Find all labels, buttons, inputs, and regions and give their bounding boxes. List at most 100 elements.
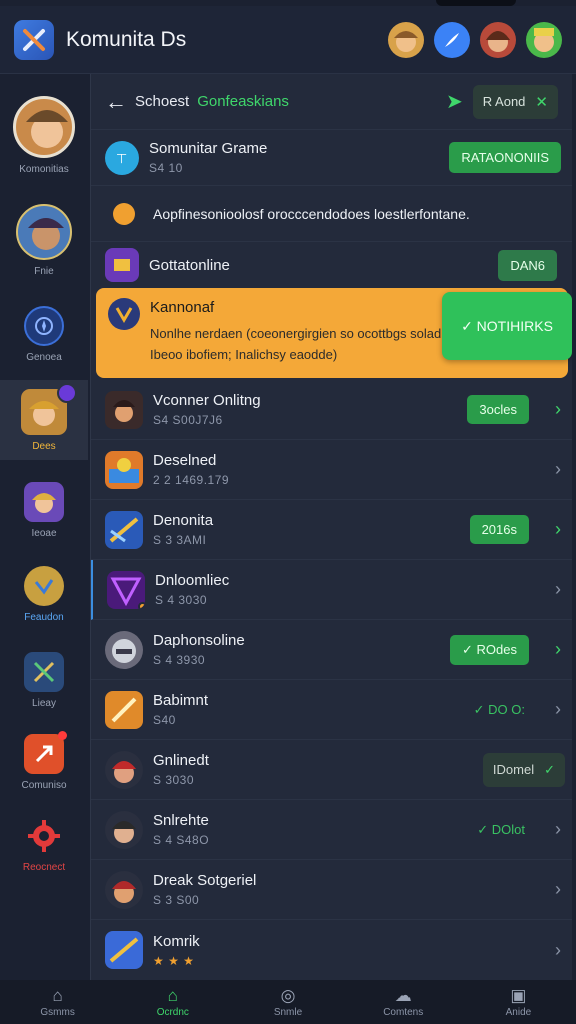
sidebar-item-komonitias[interactable]: Komonitias [0,96,88,175]
gear-icon [24,816,64,856]
group-avatar[interactable] [526,21,562,58]
nav-ocrdnc[interactable]: ⌂ Ocrdnc [115,980,230,1024]
online-dot [136,661,143,669]
game-icon [21,382,77,435]
app-header: Komunita Ds [0,6,576,74]
nav-snmle[interactable]: ◎ Snmle [230,980,345,1024]
row-title: Somunitar Grame [149,140,268,157]
sidebar-item-fnie[interactable]: Fnie [0,204,88,277]
sidebar-item-label: Lieay [32,698,56,709]
sidebar-item-label: Reocnect [22,862,66,873]
game-icon [105,931,143,969]
game-logo-icon [108,298,140,330]
list-item[interactable]: Gnlinedt S 3030 IDomel ✓ [91,740,572,800]
app-logo-icon[interactable] [14,19,54,60]
chevron-right-icon[interactable]: › [541,879,561,900]
action-button[interactable]: RATAONONIIS [449,142,561,173]
chevron-right-icon[interactable]: › [541,639,561,660]
status-badge[interactable]: 3ocles [467,395,529,424]
game-icon [105,810,143,849]
close-icon[interactable]: ✕ [535,93,548,111]
nav-label: Anide [505,1006,532,1018]
status-badge-label: IDomel [492,762,535,777]
nav-label: Snmle [273,1006,303,1018]
row-title: Dreak Sotgeriel [153,872,257,889]
chevron-right-icon[interactable]: › [541,819,561,840]
add-chip[interactable]: R Aond ✕ [472,84,558,119]
friend-avatar[interactable] [480,21,516,58]
game-icon [105,630,143,669]
status-badge[interactable]: ✓ DO O: [474,702,525,718]
chevron-right-icon[interactable]: › [541,459,561,480]
list-item[interactable]: Aopfinesonioolosf orocccendodoes loestle… [91,186,572,242]
back-arrow-icon[interactable]: ← [105,89,135,115]
row-meta: 2 2 1469.179 [153,473,230,487]
game-icon [105,750,143,789]
nav-anide[interactable]: ▣ Anide [461,980,576,1024]
sidebar-item-genoea[interactable]: Genoea [0,306,88,363]
sidebar-item-dees[interactable]: Dees [0,380,88,460]
chevron-right-icon[interactable]: › [541,519,561,540]
sidebar-item-label: Dees [32,440,56,452]
chevron-right-icon[interactable]: › [541,579,561,600]
status-badge[interactable]: ✓ DOlot [477,822,525,838]
community-avatar [13,96,75,158]
list-item[interactable]: Gottatonline DAN6 [91,242,572,288]
highlight-card[interactable]: Kannonaf Nonlhe nerdaen (coeonergirgien … [96,288,572,378]
sidebar-item-feaudon[interactable]: Feaudon [0,566,88,623]
row-title: Gnlinedt [153,752,209,769]
row-meta: S 3 S00 [153,893,200,907]
nav-games[interactable]: ⌂ Gsmms [0,980,115,1024]
sidebar-item-comuniso[interactable]: Comuniso [0,731,88,791]
feather-icon[interactable] [434,21,470,58]
list-item[interactable]: Denonita S 3 3AMI 2016s › [91,500,572,560]
nav-label: Comtens [383,1006,424,1018]
row-meta: S 4 S48O [153,833,210,847]
cloud-icon: ☁ [394,985,412,1005]
action-button[interactable]: DAN6 [498,249,557,281]
bag-icon: ▣ [510,985,527,1005]
add-chip-label: R Aond [482,94,526,109]
paper-plane-icon[interactable]: ➤ [446,89,463,114]
row-meta: S4 S00J7J6 [153,413,223,427]
notifications-button[interactable]: ✓ NOTIHIRKS [442,292,572,360]
sidebar-item-label: Komonitias [19,164,69,175]
sidebar-item-label: Genoea [26,352,62,363]
game-icon [105,450,143,489]
sidebar-item-ieoae[interactable]: Ieoae [0,482,88,539]
list-item[interactable]: ⊤ Somunitar Grame S4 10 RATAONONIIS [91,130,572,186]
nav-comtens[interactable]: ☁ Comtens [346,980,461,1024]
shield-icon [24,566,64,606]
game-icon [105,870,143,909]
chevron-right-icon[interactable]: › [541,940,561,961]
list-item[interactable]: Babimnt S40 ✓ DO O: › [91,680,572,740]
list-item[interactable]: Deselned 2 2 1469.179 › [91,440,572,500]
list-item[interactable]: Dnloomliec S 4 3030 › [91,560,572,620]
status-badge[interactable]: ✓ ROdes [450,634,529,665]
game-icon [105,510,143,549]
sidebar-item-lieay[interactable]: Lieay [0,652,88,709]
list-item[interactable]: Komrik ★ ★ ★ › [91,920,572,980]
online-dot [136,841,143,849]
game-icon [107,570,145,609]
breadcrumb-accent[interactable]: Gonfeaskians [197,93,446,110]
chevron-right-icon[interactable]: › [541,699,561,720]
status-badge[interactable]: IDomel ✓ [482,752,565,787]
list-item[interactable]: Vconner Onlitng S4 S00J7J6 3ocles › [91,380,572,440]
list-item[interactable]: Daphonsoline S 4 3930 ✓ ROdes › [91,620,572,680]
status-dot [138,601,145,609]
sidebar-item-label: Ieoae [31,528,57,539]
breadcrumb[interactable]: Schoest [135,93,189,110]
game-icon [24,482,64,522]
row-meta: S 4 3030 [155,593,208,607]
list-item[interactable]: Dreak Sotgeriel S 3 S00 › [91,860,572,920]
sidebar-item-reocnect[interactable]: Reocnect [0,816,88,873]
row-meta: S 3 3AMI [153,533,207,547]
user-avatar[interactable] [388,21,424,58]
list-item[interactable]: Snlrehte S 4 S48O ✓ DOlot › [91,800,572,860]
row-title: Snlrehte [153,812,209,829]
chevron-right-icon[interactable]: › [541,399,561,420]
status-badge[interactable]: 2016s [469,515,529,544]
row-title: Deselned [153,452,217,469]
rating-stars: ★ ★ ★ [153,953,195,968]
